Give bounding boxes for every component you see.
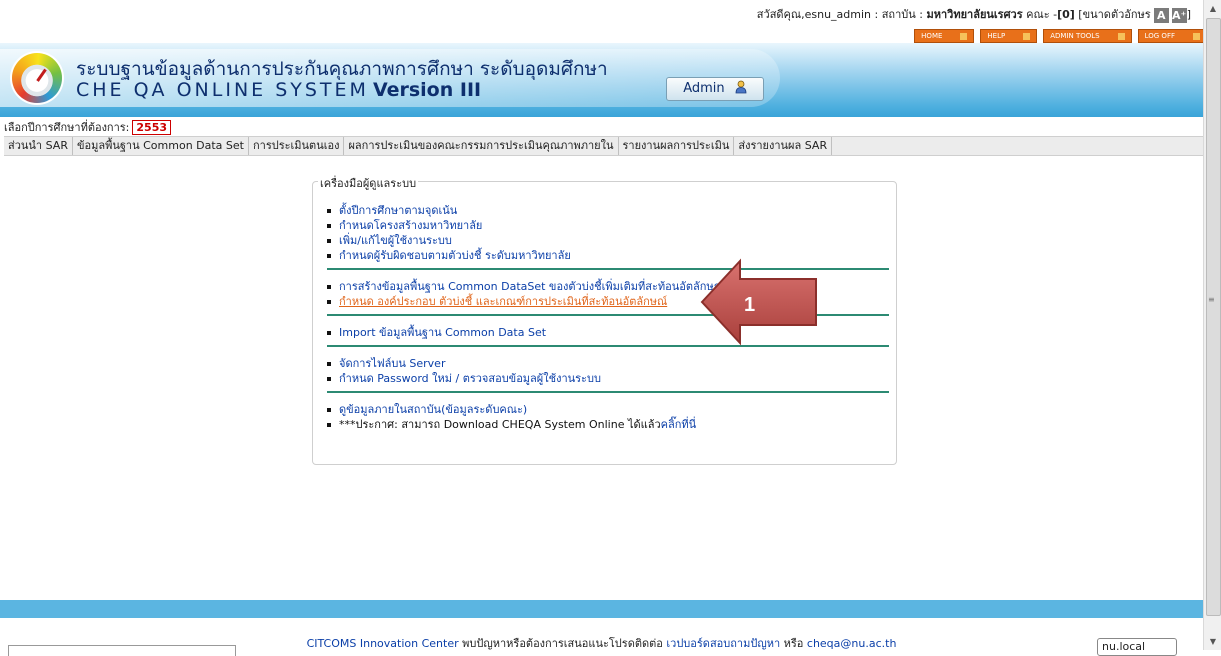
tool-label: ดูข้อมูลภายในสถาบัน(ข้อมูลระดับคณะ) [339, 403, 528, 416]
logoff-square-icon [1193, 32, 1200, 40]
tool-label: กำหนดโครงสร้างมหาวิทยาลัย [339, 219, 483, 232]
bullet-icon [327, 422, 331, 427]
help-square-icon [1023, 32, 1031, 40]
tool-label: จัดการไฟล์บน Server [339, 357, 446, 370]
bullet-icon [327, 284, 331, 289]
download-link[interactable]: คลิ๊กที่นี่ [661, 417, 697, 432]
status-domain: nu.local [1097, 638, 1177, 656]
logoff-label: LOG OFF [1144, 32, 1175, 40]
menu-assessment-report[interactable]: รายงานผลการประเมิน [619, 137, 735, 155]
nav-buttons: HOME HELP ADMIN TOOLS LOG OFF [914, 29, 1207, 43]
font-small-button[interactable]: A [1153, 7, 1169, 23]
font-size-label: [ขนาดตัวอักษร [1078, 8, 1151, 21]
admin-tools-button[interactable]: ADMIN TOOLS [1043, 29, 1132, 43]
footer-email-link[interactable]: cheqa@nu.ac.th [807, 637, 897, 650]
bullet-icon [327, 238, 331, 243]
site-version: Version III [372, 79, 482, 101]
tool-university-structure[interactable]: กำหนดโครงสร้างมหาวิทยาลัย [327, 218, 892, 233]
academic-year-label: เลือกปีการศึกษาที่ต้องการ: [4, 121, 130, 134]
home-button[interactable]: HOME [914, 29, 975, 43]
tool-label: ตั้งปีการศึกษาตามจุดเน้น [339, 204, 458, 217]
logoff-button[interactable]: LOG OFF [1137, 29, 1207, 43]
tool-reset-password[interactable]: กำหนด Password ใหม่ / ตรวจสอบข้อมูลผู้ใช… [327, 371, 892, 386]
footer-band [0, 600, 1203, 618]
admin-tools-label: ADMIN TOOLS [1050, 32, 1100, 40]
footer-org-link[interactable]: CITCOMS Innovation Center [307, 637, 459, 650]
menu-self-assessment[interactable]: การประเมินตนเอง [249, 137, 345, 155]
footer-text-or: หรือ [780, 637, 807, 650]
tool-server-files[interactable]: จัดการไฟล์บน Server [327, 356, 892, 371]
tool-label: การสร้างข้อมูลพื้นฐาน Common DataSet ของ… [339, 280, 724, 293]
bullet-icon [327, 223, 331, 228]
main-menu: ส่วนนำ SAR ข้อมูลพื้นฐาน Common Data Set… [4, 136, 1203, 156]
gauge-needle [36, 68, 47, 82]
font-large-button[interactable]: A⁺ [1171, 7, 1187, 23]
help-button[interactable]: HELP [980, 29, 1038, 43]
menu-submit-sar[interactable]: ส่งรายงานผล SAR [734, 137, 833, 155]
top-bar: สวัสดีคุณ,esnu_admin : สถาบัน : มหาวิทยา… [0, 0, 1203, 32]
menu-sar-intro[interactable]: ส่วนนำ SAR [4, 137, 73, 155]
site-title-english-text: CHE QA ONLINE SYSTEM [76, 79, 369, 101]
tool-label: กำหนดผู้รับผิดชอบตามตัวบ่งชี้ ระดับมหาวิ… [339, 249, 571, 262]
bullet-icon [327, 299, 331, 304]
home-square-icon [960, 32, 968, 40]
bullet-icon [327, 361, 331, 366]
home-label: HOME [921, 32, 943, 40]
callout-number: 1 [744, 294, 755, 316]
scroll-grip-icon: ≡ [1208, 295, 1215, 304]
announcement-text: ***ประกาศ: สามารถ Download CHEQA System … [339, 418, 661, 431]
scroll-up-icon[interactable]: ▲ [1204, 0, 1221, 17]
scrollbar-thumb[interactable] [1206, 18, 1221, 616]
bullet-icon [327, 253, 331, 258]
gauge-logo-icon [12, 53, 62, 103]
tool-label: เพิ่ม/แก้ไขผู้ใช้งานระบบ [339, 234, 452, 247]
tool-label: กำหนด Password ใหม่ / ตรวจสอบข้อมูลผู้ใช… [339, 372, 601, 385]
faculty-label: คณะ - [1026, 8, 1058, 21]
tool-faculty-data[interactable]: ดูข้อมูลภายในสถาบัน(ข้อมูลระดับคณะ) [327, 402, 892, 417]
role-badge: Admin [666, 77, 764, 101]
footer-board-link[interactable]: เวปบอร์ดสอบถามปัญหา [666, 637, 780, 650]
greeting-text: สวัสดีคุณ,esnu_admin : สถาบัน : [756, 8, 927, 21]
user-icon [735, 80, 747, 94]
role-label: Admin [683, 81, 725, 96]
tool-label: Import ข้อมูลพื้นฐาน Common Data Set [339, 326, 547, 339]
tool-manage-users[interactable]: เพิ่ม/แก้ไขผู้ใช้งานระบบ [327, 233, 892, 248]
bullet-icon [327, 330, 331, 335]
status-progress [8, 645, 236, 656]
menu-committee-results[interactable]: ผลการประเมินของคณะกรรมการประเมินคุณภาพภา… [344, 137, 619, 155]
bullet-icon [327, 376, 331, 381]
notification-count[interactable]: [0] [1057, 8, 1075, 21]
announcement: ***ประกาศ: สามารถ Download CHEQA System … [327, 417, 892, 432]
tool-set-focus-year[interactable]: ตั้งปีการศึกษาตามจุดเน้น [327, 203, 892, 218]
tool-label: กำหนด องค์ประกอบ ตัวบ่งชี้ และเกณฑ์การปร… [339, 295, 668, 308]
site-title-english: CHE QA ONLINE SYSTEM Version III [76, 79, 481, 101]
admin-tools-square-icon [1117, 32, 1125, 40]
callout-arrow: 1 [700, 258, 817, 346]
menu-common-data-set[interactable]: ข้อมูลพื้นฐาน Common Data Set [73, 137, 249, 155]
footer-text: พบปัญหาหรือต้องการเสนอแนะโปรดติดต่อ [458, 637, 667, 650]
vertical-scrollbar[interactable]: ▲ ≡ ▼ [1203, 0, 1221, 650]
help-label: HELP [987, 32, 1006, 40]
institution-name: มหาวิทยาลัยนเรศวร [926, 8, 1023, 21]
font-close-bracket: ] [1186, 8, 1191, 21]
arrow-shape [700, 258, 817, 346]
greeting-line: สวัสดีคุณ,esnu_admin : สถาบัน : มหาวิทยา… [757, 5, 1191, 23]
divider [327, 391, 889, 393]
scroll-down-icon[interactable]: ▼ [1204, 633, 1221, 650]
bullet-icon [327, 407, 331, 412]
academic-year-selector: เลือกปีการศึกษาที่ต้องการ: 2553 [4, 118, 172, 136]
site-header: ระบบฐานข้อมูลด้านการประกันคุณภาพการศึกษา… [0, 43, 1203, 117]
academic-year-value[interactable]: 2553 [132, 120, 172, 135]
bullet-icon [327, 208, 331, 213]
admin-tools-title: เครื่องมือผู้ดูแลระบบ [318, 174, 419, 192]
